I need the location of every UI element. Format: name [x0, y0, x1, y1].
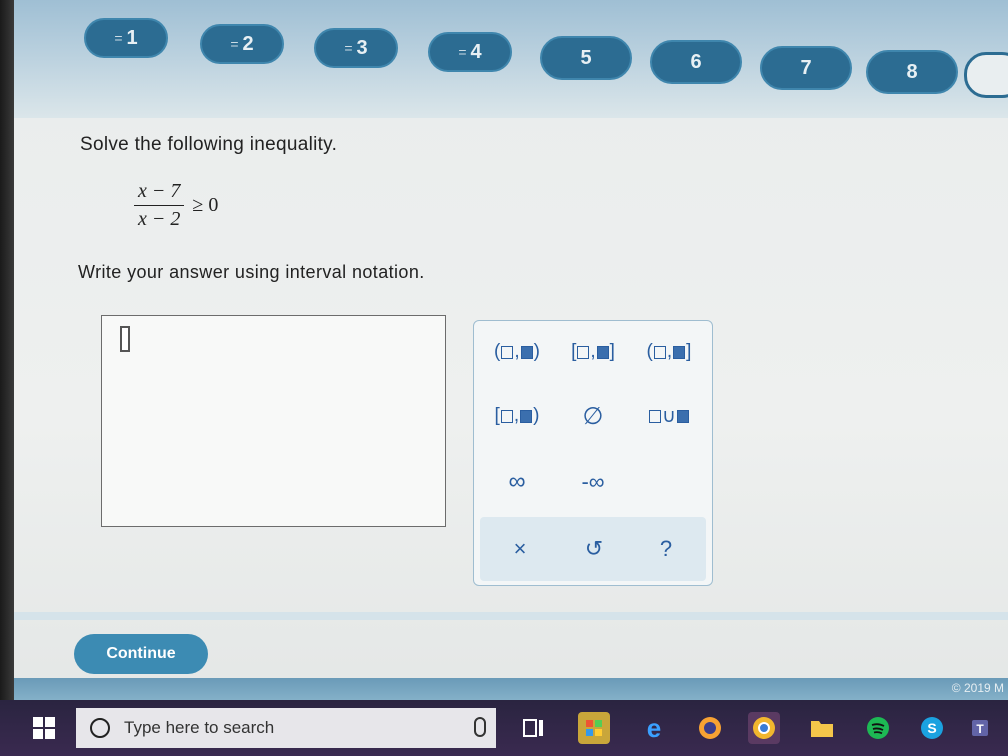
continue-button[interactable]: Continue	[74, 634, 208, 674]
nav-question-3[interactable]: = 3	[314, 28, 398, 68]
firefox-glyph	[699, 717, 721, 739]
task-view-icon[interactable]	[518, 712, 550, 744]
nav-label: 4	[470, 40, 482, 63]
microphone-icon[interactable]	[474, 717, 486, 737]
nav-label: 6	[690, 50, 702, 73]
nav-label: 5	[580, 46, 592, 69]
footer: © 2019 M	[14, 678, 1008, 700]
done-mark: =	[114, 30, 123, 46]
cortana-icon	[90, 718, 110, 738]
answer-instruction: Write your answer using interval notatio…	[78, 262, 425, 282]
nav-question-8[interactable]: 8	[866, 50, 958, 94]
nav-label: 7	[800, 56, 812, 79]
interval-keypad: (,) [,] (,] [,) ∅ ∪ ∞ -∞ × ↺ ?	[473, 320, 713, 586]
relation: ≥ 0	[192, 194, 219, 216]
svg-text:T: T	[976, 722, 984, 736]
question-prompt: Solve the following inequality.	[80, 134, 338, 155]
negative-infinity-button[interactable]: -∞	[556, 465, 630, 499]
denominator-text: x − 2	[138, 208, 181, 230]
spotify-icon[interactable]	[862, 712, 894, 744]
edge-browser-icon[interactable]: e	[638, 712, 670, 744]
nav-label: 8	[906, 60, 918, 83]
nav-question-1[interactable]: = 1	[84, 18, 168, 58]
firefox-icon[interactable]	[694, 712, 726, 744]
skype-glyph: S	[921, 717, 943, 739]
task-view-glyph	[523, 719, 543, 737]
infinity-button[interactable]: ∞	[480, 465, 554, 499]
store-icon[interactable]	[578, 712, 610, 744]
nav-question-next[interactable]	[964, 52, 1008, 98]
union-button[interactable]: ∪	[632, 399, 706, 433]
clear-button[interactable]: ×	[490, 529, 550, 569]
nav-question-5[interactable]: 5	[540, 36, 632, 80]
nav-question-7[interactable]: 7	[760, 46, 852, 90]
fraction: x − 7 x − 2	[134, 180, 185, 231]
taskbar-search[interactable]: Type here to search	[76, 708, 496, 748]
teams-glyph: T	[972, 720, 988, 736]
monitor-bezel	[0, 0, 14, 700]
file-explorer-icon[interactable]	[806, 712, 838, 744]
closed-closed-interval-button[interactable]: [,]	[556, 335, 630, 369]
question-panel: Solve the following inequality. x − 7 x …	[14, 118, 1008, 618]
nav-label: 3	[356, 36, 368, 59]
svg-text:S: S	[927, 720, 936, 736]
denominator: x − 2	[134, 206, 184, 231]
windows-logo-icon	[33, 717, 55, 739]
keypad-actions: × ↺ ?	[480, 517, 706, 581]
nav-label: 1	[126, 26, 138, 49]
search-placeholder: Type here to search	[124, 718, 275, 737]
chrome-icon[interactable]	[748, 712, 780, 744]
nav-label: 2	[242, 32, 254, 55]
inequality-expression: x − 7 x − 2 ≥ 0	[134, 180, 218, 231]
undo-button[interactable]: ↺	[564, 529, 624, 569]
nav-question-2[interactable]: = 2	[200, 24, 284, 64]
store-glyph	[586, 720, 602, 736]
done-mark: =	[344, 40, 353, 56]
nav-question-6[interactable]: 6	[650, 40, 742, 84]
help-button[interactable]: ?	[636, 529, 696, 569]
question-nav-bar: = 1 = 2 = 3 = 4 5 6 7 8	[14, 0, 1008, 118]
spotify-glyph	[867, 717, 889, 739]
nav-question-4[interactable]: = 4	[428, 32, 512, 72]
windows-taskbar: Type here to search e S T	[0, 700, 1008, 756]
answer-input[interactable]	[101, 315, 446, 527]
done-mark: =	[230, 36, 239, 52]
chrome-glyph	[753, 717, 775, 739]
copyright-text: © 2019 M	[951, 681, 1004, 695]
folder-glyph	[811, 721, 833, 737]
done-mark: =	[458, 44, 467, 60]
skype-icon[interactable]: S	[916, 712, 948, 744]
input-cursor-icon	[120, 326, 130, 352]
empty-set-button[interactable]: ∅	[556, 399, 630, 433]
open-closed-interval-button[interactable]: (,]	[632, 335, 706, 369]
browser-screen: = 1 = 2 = 3 = 4 5 6 7 8 Solve the following …	[14, 0, 1008, 700]
divider	[14, 612, 1008, 620]
closed-open-interval-button[interactable]: [,)	[480, 399, 554, 433]
open-open-interval-button[interactable]: (,)	[480, 335, 554, 369]
windows-start-icon[interactable]	[24, 712, 64, 744]
numerator-text: x − 7	[138, 180, 181, 202]
teams-icon[interactable]: T	[966, 712, 998, 744]
numerator: x − 7	[134, 180, 185, 206]
